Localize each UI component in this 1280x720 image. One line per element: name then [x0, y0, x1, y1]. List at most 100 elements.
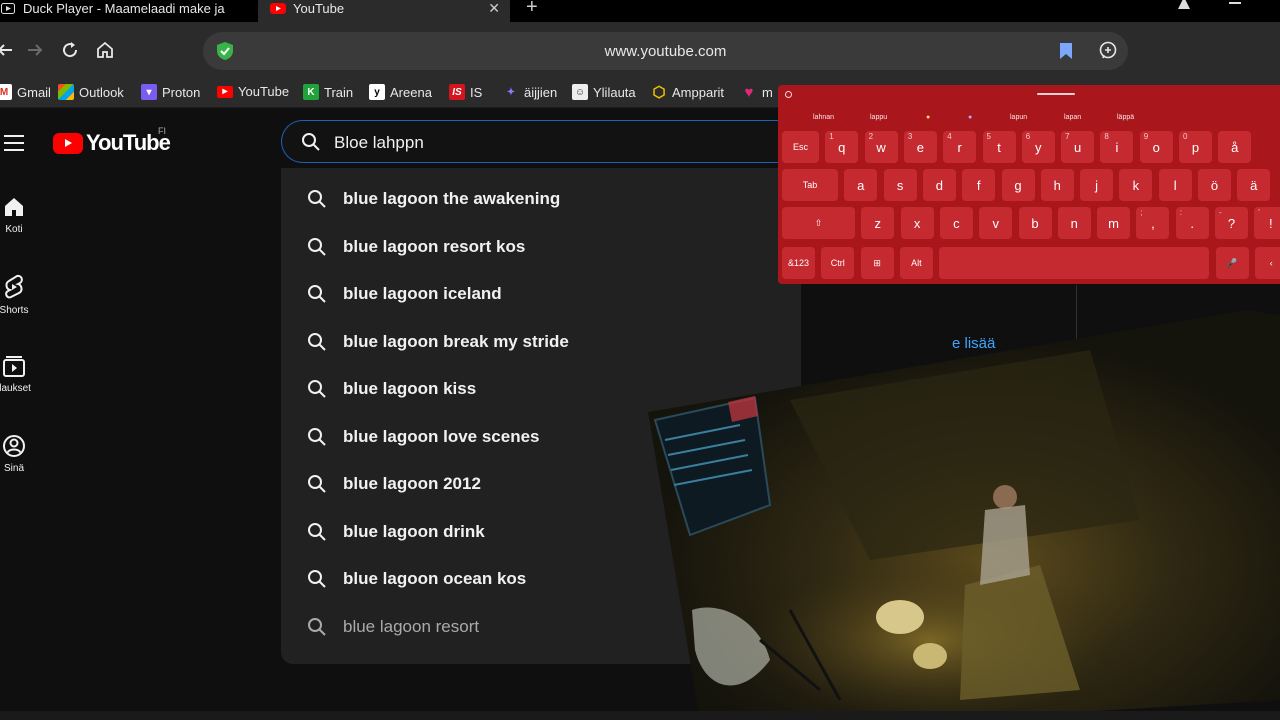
chat-icon[interactable]: [1098, 41, 1118, 61]
key-sublabel: 1: [829, 132, 834, 141]
key-r[interactable]: r4: [943, 131, 977, 163]
suggestion-item[interactable]: blue lagoon love scenes: [281, 413, 801, 460]
key-z[interactable]: z: [861, 207, 895, 239]
key-f[interactable]: f: [962, 169, 996, 201]
key-&123[interactable]: &123: [782, 247, 815, 279]
key-j[interactable]: j: [1080, 169, 1114, 201]
windows-key[interactable]: ⊞: [860, 247, 894, 279]
key-y[interactable]: y6: [1021, 131, 1055, 163]
new-tab-button[interactable]: +: [526, 0, 538, 19]
key-b[interactable]: b: [1018, 207, 1052, 239]
bookmark-areena[interactable]: y Areena: [369, 84, 432, 100]
suggestion-item[interactable]: blue lagoon resort: [281, 603, 801, 650]
show-more-link[interactable]: e lisää: [952, 335, 995, 352]
key-ä[interactable]: ä: [1237, 169, 1271, 201]
key-l[interactable]: l: [1158, 169, 1192, 201]
sidebar-item-koti[interactable]: Koti: [0, 195, 36, 235]
suggestion-item[interactable]: blue lagoon iceland: [281, 270, 801, 317]
suggestion-item[interactable]: blue lagoon kiss: [281, 365, 801, 412]
home-icon[interactable]: [94, 39, 116, 61]
key-s[interactable]: s: [883, 169, 917, 201]
profile-icon[interactable]: [1176, 0, 1192, 10]
key-x[interactable]: x: [900, 207, 934, 239]
search-input[interactable]: Bloe lahppn: [281, 120, 801, 163]
key-label: ‹: [1269, 258, 1273, 268]
bookmark-aijjien[interactable]: ✦ äijjien: [503, 84, 557, 100]
bookmark-label: Ylilauta: [593, 84, 636, 100]
arrow-left-icon[interactable]: ‹: [1254, 247, 1280, 279]
candidate-word[interactable]: lahnan: [813, 114, 834, 121]
candidate-word[interactable]: lapan: [1064, 114, 1081, 121]
emoji-icon[interactable]: ●: [968, 114, 972, 121]
key-sublabel: 3: [907, 132, 913, 141]
key-a[interactable]: a: [844, 169, 878, 201]
bookmark-train[interactable]: K Train: [303, 84, 353, 100]
key-q[interactable]: q1: [825, 131, 859, 163]
key-i[interactable]: i8: [1100, 131, 1134, 163]
bookmark-m[interactable]: ♥ m: [741, 84, 773, 101]
key-o[interactable]: o9: [1139, 131, 1173, 163]
bookmark-icon[interactable]: [1059, 42, 1075, 62]
key-t[interactable]: t5: [982, 131, 1016, 163]
key-ö[interactable]: ö: [1198, 169, 1231, 201]
sidebar-item-subscriptions[interactable]: ilaukset: [0, 354, 36, 394]
key-p[interactable]: p0: [1179, 131, 1212, 163]
bookmark-ylilauta[interactable]: ☺ Ylilauta: [572, 84, 636, 100]
forward-icon[interactable]: [24, 39, 46, 61]
key-ctrl[interactable]: Ctrl: [821, 247, 855, 279]
settings-icon[interactable]: [785, 91, 792, 98]
key-,[interactable]: ,;: [1136, 207, 1170, 239]
sidebar-item-you[interactable]: Sinä: [0, 434, 36, 474]
bookmark-outlook[interactable]: Outlook: [58, 84, 124, 100]
bookmark-youtube[interactable]: ▸ YouTube: [217, 84, 289, 99]
bookmark-ampparit[interactable]: ⬡ Ampparit: [651, 84, 724, 101]
key-.[interactable]: .:: [1175, 207, 1209, 239]
sidebar-item-shorts[interactable]: Shorts: [0, 274, 36, 316]
suggestion-item[interactable]: blue lagoon resort kos: [281, 223, 801, 270]
key-k[interactable]: k: [1119, 169, 1153, 201]
key-h[interactable]: h: [1040, 169, 1074, 201]
key-d[interactable]: d: [922, 169, 956, 201]
suggestion-item[interactable]: blue lagoon the awakening: [281, 175, 801, 222]
key-w[interactable]: w2: [864, 131, 898, 163]
tab-youtube[interactable]: YouTube ✕: [258, 0, 510, 22]
key-![interactable]: ! ': [1254, 207, 1280, 239]
back-icon[interactable]: [0, 39, 16, 61]
reload-icon[interactable]: [59, 39, 81, 61]
key-e[interactable]: e3: [903, 131, 937, 163]
microphone-icon[interactable]: 🎤: [1215, 247, 1249, 279]
suggestion-item[interactable]: blue lagoon break my stride: [281, 318, 801, 365]
key-å[interactable]: å: [1218, 131, 1252, 163]
candidate-word[interactable]: läppä: [1117, 114, 1134, 121]
youtube-logo[interactable]: YouTube: [53, 130, 171, 156]
drag-handle[interactable]: [1037, 93, 1075, 95]
candidate-word[interactable]: lapun: [1010, 114, 1027, 121]
candidate-word[interactable]: lappu: [870, 114, 887, 121]
key-c[interactable]: c: [939, 207, 973, 239]
tab-duck-player[interactable]: Duck Player - Maamelaadi make ja: [0, 0, 250, 22]
key-g[interactable]: g: [1001, 169, 1035, 201]
key-alt[interactable]: Alt: [899, 247, 933, 279]
key-Tab[interactable]: Tab: [782, 169, 838, 201]
bookmark-is[interactable]: IS IS: [449, 84, 482, 100]
key-u[interactable]: u7: [1061, 131, 1095, 163]
key-v[interactable]: v: [979, 207, 1013, 239]
bookmark-gmail[interactable]: M Gmail: [0, 84, 51, 100]
key-m[interactable]: m: [1097, 207, 1131, 239]
key-?[interactable]: ? -: [1215, 207, 1248, 239]
search-value: Bloe lahppn: [334, 133, 424, 152]
space-bar[interactable]: [939, 247, 1210, 279]
suggestion-item[interactable]: blue lagoon drink: [281, 508, 801, 555]
address-bar[interactable]: www.youtube.com: [203, 32, 1128, 70]
key-n[interactable]: n: [1057, 207, 1091, 239]
bookmark-proton[interactable]: ▾ Proton: [141, 84, 200, 100]
minimize-icon[interactable]: [1229, 2, 1241, 4]
suggestion-item[interactable]: blue lagoon 2012: [281, 460, 801, 507]
key-Esc[interactable]: Esc: [782, 131, 819, 163]
lightbulb-icon[interactable]: ●: [926, 114, 930, 121]
close-icon[interactable]: ✕: [488, 0, 500, 17]
menu-icon[interactable]: [4, 135, 24, 151]
suggestion-item[interactable]: blue lagoon ocean kos: [281, 555, 801, 602]
key-⇧[interactable]: ⇧: [782, 207, 855, 239]
search-icon: [308, 285, 326, 303]
